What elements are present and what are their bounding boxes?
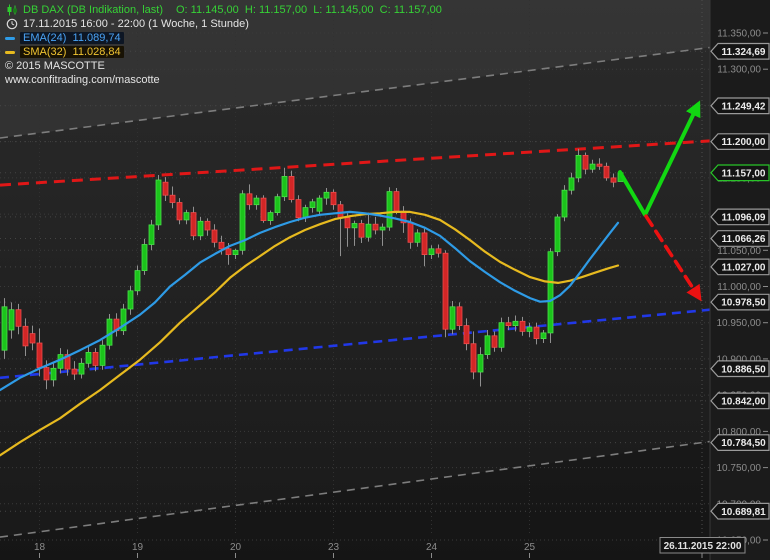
svg-text:10.784,50: 10.784,50 — [721, 438, 766, 449]
ema-label: EMA(24) — [23, 32, 67, 44]
price-tag: 11.200,00 — [710, 133, 770, 150]
svg-text:10.978,50: 10.978,50 — [721, 298, 766, 309]
timeframe-label: 17.11.2015 16:00 - 22:00 (1 Woche, 1 Stu… — [23, 18, 249, 30]
time-axis-label: 23 — [328, 542, 340, 553]
ema-value: 11.089,74 — [72, 32, 121, 44]
time-axis-label: 20 — [230, 542, 242, 553]
copyright-label: © 2015 MASCOTTE — [5, 60, 105, 72]
svg-text:11.157,00: 11.157,00 — [722, 168, 766, 179]
price-axis-label: 10.950,00 — [717, 318, 762, 329]
price-axis-label: 11.300,00 — [717, 65, 761, 76]
svg-text:11.249,42: 11.249,42 — [722, 101, 766, 112]
trading-chart-window: 11.350,0011.300,0011.250,0011.200,0011.1… — [0, 0, 770, 560]
price-tag: 11.324,69 — [710, 42, 770, 60]
svg-text:11.200,00: 11.200,00 — [722, 137, 766, 148]
price-tag: 11.066,26 — [710, 230, 770, 247]
chart-legend: DB DAX (DB Indikation, last) O: 11.145,0… — [5, 3, 442, 87]
instrument-title: DB DAX (DB Indikation, last) — [23, 4, 163, 16]
svg-text:26.11.2015 22:00: 26.11.2015 22:00 — [664, 541, 742, 552]
time-axis-label: 18 — [34, 542, 46, 553]
price-tag: 11.027,00 — [710, 258, 770, 276]
instrument-row: DB DAX (DB Indikation, last) O: 11.145,0… — [5, 3, 442, 17]
price-tag: 10.784,50 — [710, 434, 770, 451]
price-tag: 11.157,00 — [710, 164, 770, 182]
price-tag: 10.842,00 — [710, 392, 770, 410]
price-tag: 10.689,81 — [710, 502, 770, 520]
price-axis-label: 11.050,00 — [717, 246, 761, 257]
svg-text:11.066,26: 11.066,26 — [722, 234, 766, 245]
time-axis-label: 25 — [524, 542, 536, 553]
ema-indicator-row: EMA(24) 11.089,74 — [5, 31, 442, 45]
svg-text:11.324,69: 11.324,69 — [722, 47, 766, 58]
ohlc-values: O: 11.145,00 H: 11.157,00 L: 11.145,00 C… — [176, 4, 442, 16]
svg-text:11.096,09: 11.096,09 — [722, 213, 766, 224]
candlestick-icon — [5, 4, 18, 16]
sma-line-swatch — [5, 50, 15, 54]
price-tag: 11.096,09 — [710, 208, 770, 226]
price-axis-label: 10.750,00 — [717, 463, 762, 474]
time-axis-label: 24 — [426, 542, 438, 553]
sma-indicator-row: SMA(32) 11.028,84 — [5, 45, 442, 59]
price-tag: 11.249,42 — [710, 97, 770, 115]
price-axis-label: 11.350,00 — [717, 29, 761, 40]
svg-text:10.842,00: 10.842,00 — [721, 397, 766, 408]
price-axis-label: 11.000,00 — [717, 282, 761, 293]
timeframe-row: 17.11.2015 16:00 - 22:00 (1 Woche, 1 Stu… — [5, 17, 442, 31]
price-tag: 10.978,50 — [710, 293, 770, 311]
svg-text:10.689,81: 10.689,81 — [721, 507, 766, 518]
time-axis-label: 19 — [132, 542, 144, 553]
clock-icon — [5, 18, 18, 30]
website-label: www.confitrading.com/mascotte — [5, 74, 160, 86]
price-axis[interactable]: 11.350,0011.300,0011.250,0011.200,0011.1… — [709, 0, 770, 560]
svg-text:11.027,00: 11.027,00 — [722, 263, 766, 274]
price-tag: 10.886,50 — [710, 360, 770, 378]
ema-line-swatch — [5, 36, 15, 40]
sma-value: 11.028,84 — [72, 46, 121, 58]
svg-text:10.886,50: 10.886,50 — [721, 364, 766, 375]
sma-label: SMA(32) — [23, 46, 67, 58]
